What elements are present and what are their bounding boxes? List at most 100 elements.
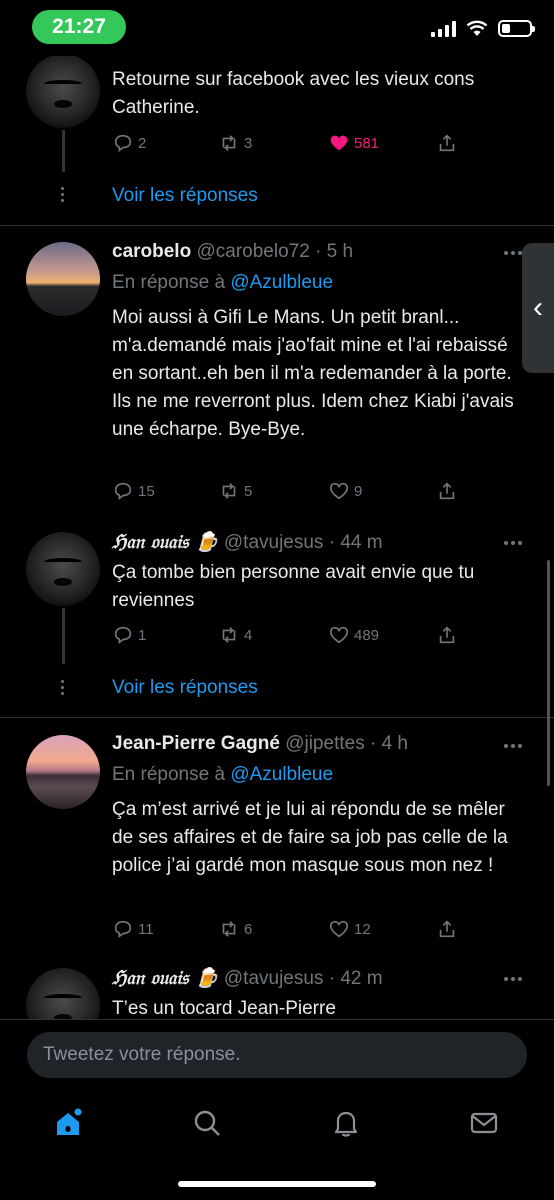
retweet-button[interactable]: 4 bbox=[218, 624, 252, 646]
reply-button[interactable]: 11 bbox=[112, 918, 154, 940]
reply-button[interactable]: 1 bbox=[112, 624, 146, 646]
tweet-header: carobelo @carobelo72 · 5 h bbox=[112, 241, 353, 263]
notifications-icon bbox=[334, 1111, 358, 1137]
wifi-icon bbox=[466, 20, 488, 36]
tweet-thread: Retourne sur facebook avec les vieux con… bbox=[0, 56, 554, 1019]
like-button[interactable]: 489 bbox=[328, 624, 379, 646]
side-drawer-handle[interactable]: ‹ bbox=[522, 243, 554, 373]
share-icon bbox=[439, 134, 455, 152]
avatar[interactable] bbox=[26, 532, 100, 606]
like-button[interactable]: 12 bbox=[328, 918, 371, 940]
tweet-text: Moi aussi à Gifi Le Mans. Un petit branl… bbox=[112, 307, 514, 440]
heart-icon bbox=[329, 626, 349, 644]
tweet-header: ℌ𝔞𝔫 𝔬𝔲𝔞𝔦𝔰 🍺 @tavujesus · 44 m bbox=[112, 530, 383, 554]
reply-count: 11 bbox=[138, 920, 154, 938]
author-handle: @carobelo72 · 5 h bbox=[196, 241, 354, 262]
avatar[interactable] bbox=[26, 56, 100, 128]
thread-line bbox=[62, 130, 65, 172]
tweet-text: Ça tombe bien personne avait envie que t… bbox=[112, 562, 475, 611]
heart-filled-icon bbox=[330, 135, 348, 151]
tweet-header: Jean-Pierre Gagné @jipettes · 4 h bbox=[112, 733, 408, 755]
like-button[interactable]: 9 bbox=[328, 480, 362, 502]
reply-input[interactable] bbox=[27, 1032, 527, 1078]
battery-icon bbox=[498, 20, 535, 37]
avatar[interactable] bbox=[26, 242, 100, 316]
vertical-dots-icon bbox=[61, 680, 64, 695]
reply-mention[interactable]: @Azulbleue bbox=[230, 272, 333, 293]
tweet-text: Retourne sur facebook avec les vieux con… bbox=[112, 69, 475, 118]
status-bar: 21:27 bbox=[0, 0, 554, 56]
share-icon bbox=[439, 482, 455, 500]
reply-button[interactable]: 2 bbox=[112, 132, 146, 154]
retweet-icon bbox=[222, 627, 236, 643]
author-name[interactable]: ℌ𝔞𝔫 𝔬𝔲𝔞𝔦𝔰 🍺 bbox=[112, 967, 219, 989]
author-handle: @tavujesus · 44 m bbox=[223, 532, 383, 553]
share-button[interactable] bbox=[436, 480, 458, 502]
more-options-icon[interactable] bbox=[504, 977, 522, 981]
share-icon bbox=[439, 626, 455, 644]
share-icon bbox=[439, 920, 455, 938]
tweet-header: ℌ𝔞𝔫 𝔬𝔲𝔞𝔦𝔰 🍺 @tavujesus · 42 m bbox=[112, 966, 383, 990]
tweet-actions: 15 5 9 bbox=[112, 480, 472, 504]
search-icon bbox=[194, 1110, 220, 1136]
heart-icon bbox=[329, 920, 349, 938]
reply-mention[interactable]: @Azulbleue bbox=[230, 764, 333, 785]
status-time: 21:27 bbox=[32, 10, 126, 44]
like-count: 489 bbox=[354, 626, 380, 644]
tab-notifications[interactable] bbox=[330, 1107, 366, 1143]
cellular-signal-icon bbox=[431, 20, 456, 37]
retweet-button[interactable]: 6 bbox=[218, 918, 252, 940]
retweet-button[interactable]: 3 bbox=[218, 132, 252, 154]
like-count: 9 bbox=[354, 482, 363, 500]
reply-icon bbox=[114, 482, 132, 500]
vertical-dots-icon bbox=[61, 187, 64, 202]
retweet-count: 6 bbox=[244, 920, 253, 938]
tab-search[interactable] bbox=[191, 1107, 227, 1143]
author-name[interactable]: carobelo bbox=[112, 241, 191, 262]
share-button[interactable] bbox=[436, 918, 458, 940]
avatar[interactable] bbox=[26, 735, 100, 809]
author-handle: @tavujesus · 42 m bbox=[223, 968, 383, 989]
retweet-count: 4 bbox=[244, 626, 253, 644]
divider bbox=[0, 717, 554, 718]
view-replies-link[interactable]: Voir les réponses bbox=[112, 677, 258, 699]
like-button[interactable]: 581 bbox=[328, 132, 379, 154]
reply-context: En réponse à @Azulbleue bbox=[112, 764, 333, 786]
tab-home[interactable] bbox=[52, 1107, 88, 1143]
more-options-icon[interactable] bbox=[504, 744, 522, 748]
share-button[interactable] bbox=[436, 132, 458, 154]
reply-icon bbox=[114, 920, 132, 938]
view-replies-link[interactable]: Voir les réponses bbox=[112, 185, 258, 207]
reply-count: 1 bbox=[138, 626, 147, 644]
retweet-count: 5 bbox=[244, 482, 253, 500]
divider bbox=[0, 225, 554, 226]
reply-button[interactable]: 15 bbox=[112, 480, 155, 502]
reply-prefix: En réponse à bbox=[112, 764, 226, 785]
avatar[interactable] bbox=[26, 968, 100, 1019]
tweet-text: T’es un tocard Jean-Pierre bbox=[112, 998, 336, 1019]
home-icon bbox=[57, 1108, 82, 1135]
more-options-icon[interactable] bbox=[504, 251, 522, 255]
thread-line bbox=[62, 608, 65, 664]
retweet-button[interactable]: 5 bbox=[218, 480, 252, 502]
heart-icon bbox=[329, 482, 349, 500]
share-button[interactable] bbox=[436, 624, 458, 646]
reply-context: En réponse à @Azulbleue bbox=[112, 272, 333, 294]
more-options-icon[interactable] bbox=[504, 541, 522, 545]
reply-bar bbox=[0, 1019, 554, 1089]
retweet-count: 3 bbox=[244, 134, 253, 152]
author-name[interactable]: Jean-Pierre Gagné bbox=[112, 733, 280, 754]
reply-icon bbox=[114, 134, 132, 152]
reply-prefix: En réponse à bbox=[112, 272, 226, 293]
home-indicator[interactable] bbox=[178, 1181, 376, 1187]
retweet-icon bbox=[222, 483, 236, 499]
tweet-actions: 2 3 581 bbox=[112, 132, 472, 156]
reply-count: 15 bbox=[138, 482, 155, 500]
author-name[interactable]: ℌ𝔞𝔫 𝔬𝔲𝔞𝔦𝔰 🍺 bbox=[112, 531, 219, 553]
reply-icon bbox=[114, 626, 132, 644]
retweet-icon bbox=[222, 921, 236, 937]
scrollbar[interactable] bbox=[547, 560, 550, 786]
tab-messages[interactable] bbox=[468, 1107, 504, 1143]
reply-count: 2 bbox=[138, 134, 147, 152]
tweet-actions: 1 4 489 bbox=[112, 624, 472, 648]
